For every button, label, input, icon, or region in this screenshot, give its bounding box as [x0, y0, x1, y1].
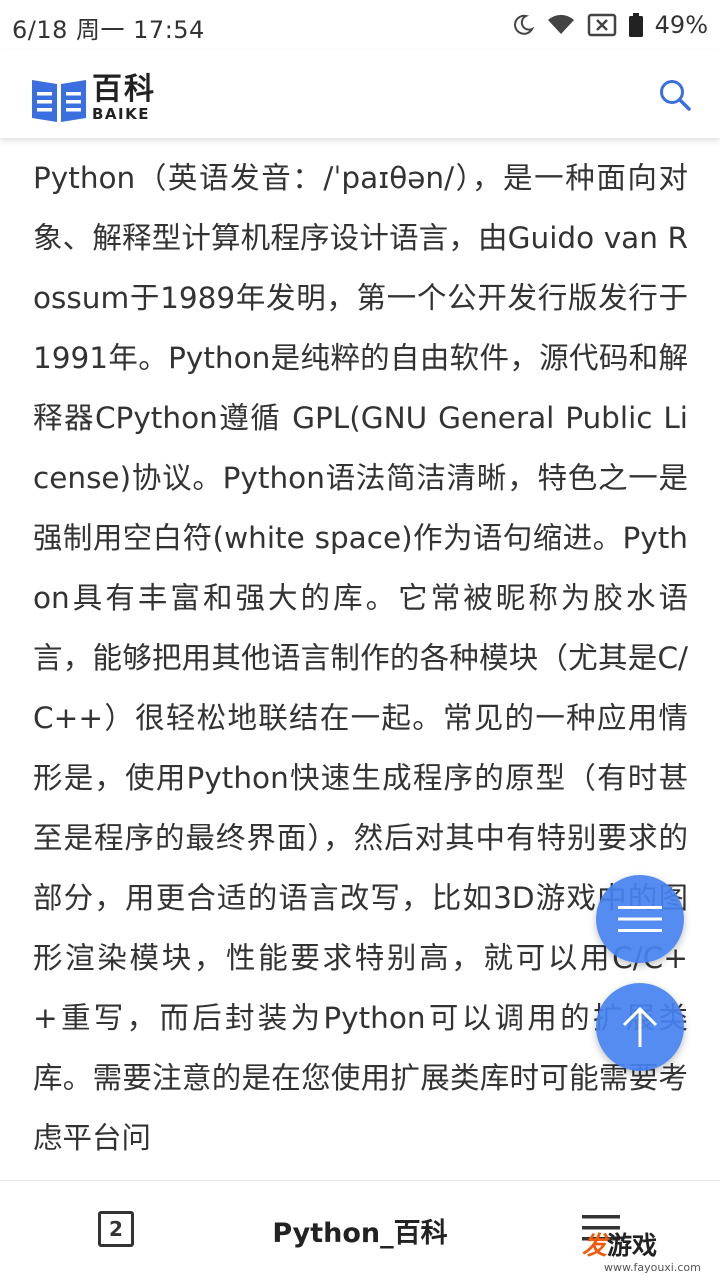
baike-logo[interactable]: 百科 BAIKE [32, 75, 156, 122]
status-time: 6/18 周一 17:54 [12, 16, 205, 44]
arrow-up-icon [622, 1006, 658, 1047]
battery-icon [628, 13, 643, 37]
table-of-contents-button[interactable] [596, 875, 684, 963]
battery-level: 49% [654, 11, 708, 39]
back-to-top-button[interactable] [596, 983, 684, 1071]
watermark-logo: 发游戏 [582, 1231, 658, 1260]
no-sim-icon [587, 13, 616, 37]
tab-count: 2 [109, 1217, 123, 1241]
tab-count-button[interactable]: 2 [98, 1211, 134, 1247]
book-logo-icon [32, 79, 86, 122]
status-bar: 6/18 周一 17:54 49% [0, 0, 720, 50]
wifi-icon [547, 14, 574, 34]
article-body: Python（英语发音：/ˈpaɪθən/），是一种面向对象、解释型计算机程序设… [33, 161, 688, 1155]
status-icons: 49% [511, 8, 708, 42]
logo-text: 百科 BAIKE [92, 75, 156, 122]
screen: 6/18 周一 17:54 49% 百科 BAIKE Python（英语发音：/… [0, 0, 720, 1280]
logo-english: BAIKE [92, 105, 150, 123]
search-icon[interactable] [658, 78, 692, 112]
bottom-bar: 2 Python_百科 发游戏 www.fayouxi.com [0, 1180, 720, 1280]
logo-chinese: 百科 [92, 72, 156, 107]
fayouxi-watermark: 发游戏 www.fayouxi.com [582, 1233, 712, 1279]
moon-icon [513, 14, 534, 35]
watermark-url: www.fayouxi.com [604, 1261, 701, 1274]
app-header: 百科 BAIKE [0, 50, 720, 138]
list-icon [618, 906, 662, 932]
page-title: Python_百科 [272, 1218, 448, 1249]
